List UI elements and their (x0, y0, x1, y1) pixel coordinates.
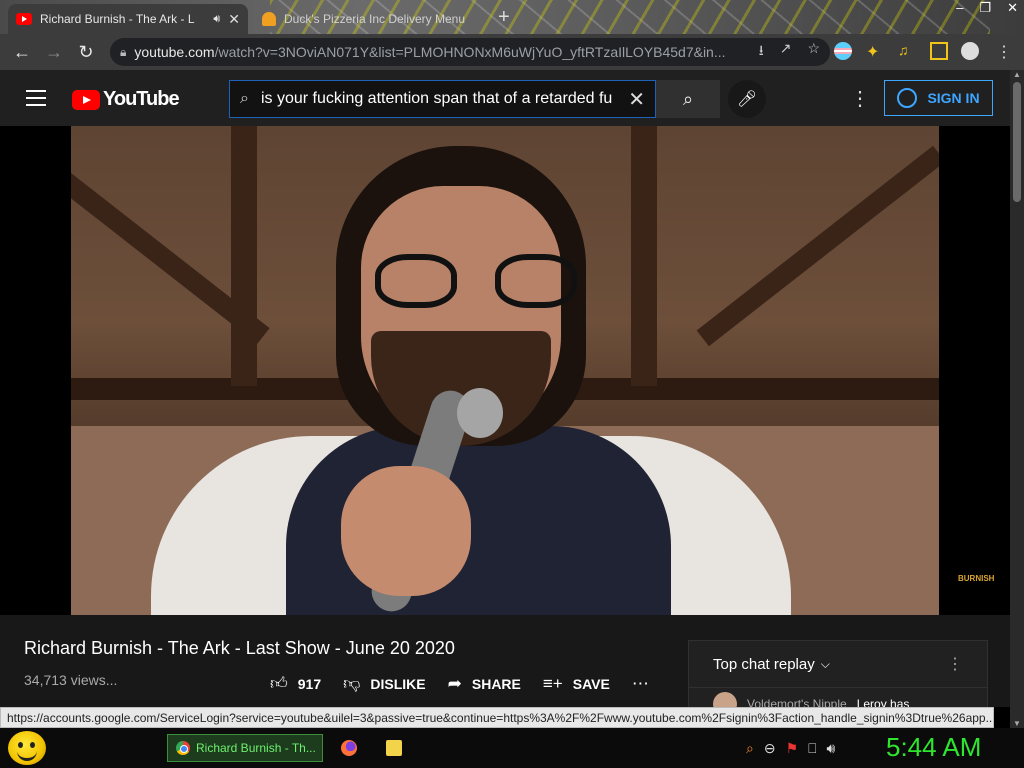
video-player[interactable]: BURNISH (0, 126, 1010, 615)
page-scrollbar[interactable]: ▲ ▼ (1010, 70, 1024, 728)
file-manager-icon[interactable] (386, 740, 402, 756)
share-icon[interactable]: ↗ (780, 40, 792, 64)
firefox-icon[interactable] (341, 740, 357, 756)
pizzeria-favicon-icon (262, 12, 276, 26)
save-button[interactable]: ≡+ SAVE (543, 673, 610, 694)
new-tab-icon[interactable]: + (498, 6, 510, 29)
taskbar-window-title: Richard Burnish - Th... (196, 741, 316, 755)
start-smiley-icon[interactable] (8, 731, 46, 765)
voice-search-button[interactable]: 🎤︎ (728, 80, 766, 118)
video-info-section: Richard Burnish - The Ark - Last Show - … (0, 615, 1010, 720)
speaker-hand (341, 466, 471, 596)
microphone-grille (457, 388, 503, 438)
back-icon[interactable]: ← (6, 42, 38, 63)
youtube-header: YouTube ⌕ ✕ ⌕ 🎤︎ ⋮ SIGN IN (0, 70, 1010, 126)
search-icon: ⌕ (240, 90, 249, 107)
close-window-icon[interactable]: ✕ (1007, 0, 1018, 20)
clear-search-icon[interactable]: ✕ (628, 87, 645, 112)
tab-youtube[interactable]: Richard Burnish - The Ark - L 🔊︎ ✕ (8, 4, 248, 34)
network-icon[interactable]: ⎕ (808, 740, 816, 757)
more-actions-icon[interactable]: ⋯ (632, 673, 649, 694)
chat-menu-icon[interactable]: ⋮ (947, 654, 963, 674)
profile-flag-icon[interactable] (834, 42, 852, 60)
video-beam (231, 126, 257, 386)
video-frame[interactable] (71, 126, 939, 615)
tab-title: Richard Burnish - The Ark - L (40, 12, 195, 26)
view-count[interactable]: 34,713 views... (24, 672, 117, 688)
settings-kebab-icon[interactable]: ⋮ (850, 86, 870, 111)
speaker-icon[interactable]: 🔊︎ (213, 13, 220, 26)
add-playlist-icon: ≡+ (542, 673, 563, 693)
dislike-button[interactable]: 👎︎ DISLIKE (343, 673, 426, 694)
speaker-glasses-right (495, 254, 577, 308)
share-button[interactable]: ➦ SHARE (448, 673, 521, 694)
like-count: 917 (297, 675, 322, 692)
video-beam (696, 145, 939, 347)
bookmark-star-icon[interactable]: ☆ (807, 40, 820, 64)
youtube-favicon-icon (16, 13, 32, 25)
save-label: SAVE (572, 675, 610, 692)
video-actions: 👍︎ 917 👎︎ DISLIKE ➦ SHARE ≡+ SAVE ⋯ (270, 673, 649, 694)
link-status-bubble: https://accounts.google.com/ServiceLogin… (0, 707, 994, 728)
sign-in-button[interactable]: SIGN IN (884, 80, 993, 116)
media-controls-icon[interactable]: ♫ (898, 42, 916, 60)
window-controls: – ❐ ✕ (956, 0, 1018, 20)
video-beam (631, 126, 657, 386)
chrome-icon (176, 741, 190, 755)
lock-icon[interactable]: 🔒︎ (120, 45, 126, 60)
search-input[interactable] (260, 90, 623, 108)
search-button[interactable]: ⌕ (656, 80, 720, 118)
taskbar: Richard Burnish - Th... ⌕ ⊖ ⚑ ⎕ 🔊︎ 5:44 … (0, 728, 1024, 768)
video-title: Richard Burnish - The Ark - Last Show - … (24, 638, 455, 658)
dislike-label: DISLIKE (370, 675, 426, 692)
profile-avatar-icon[interactable] (961, 42, 979, 60)
thumbs-down-icon: 👎︎ (343, 674, 361, 693)
hamburger-menu-icon[interactable] (26, 90, 46, 106)
side-panel-icon[interactable] (930, 42, 948, 60)
thumbs-up-icon: 👍︎ (270, 674, 288, 693)
sign-in-label: SIGN IN (927, 90, 980, 106)
forward-icon[interactable]: → (38, 42, 70, 63)
scroll-up-icon[interactable]: ▲ (1013, 70, 1021, 79)
close-tab-icon[interactable]: ✕ (228, 11, 240, 28)
tab-strip: Richard Burnish - The Ark - L 🔊︎ ✕ Duck'… (0, 0, 1024, 34)
system-tray: ⌕ ⊖ ⚑ ⎕ 🔊︎ (746, 740, 835, 757)
chat-header[interactable]: Top chat replay ⌵ ⋮ (689, 641, 987, 688)
microphone-icon: 🎤︎ (736, 91, 758, 108)
youtube-play-icon (72, 89, 100, 110)
address-bar[interactable]: 🔒︎ youtube.com/watch?v=3NOviAN071Y&list=… (110, 38, 830, 66)
scroll-down-icon[interactable]: ▼ (1013, 719, 1021, 728)
url-text[interactable]: youtube.com/watch?v=3NOviAN071Y&list=PLM… (134, 44, 748, 60)
tab-pizzeria[interactable]: Duck's Pizzeria Inc Delivery Menu (254, 4, 476, 34)
logo-text: YouTube (103, 88, 180, 110)
taskbar-clock[interactable]: 5:44 AM (886, 732, 981, 763)
reload-icon[interactable]: ↻ (70, 42, 102, 63)
chat-header-label: Top chat replay (713, 655, 815, 673)
minimize-icon[interactable]: – (956, 0, 963, 20)
account-icon (897, 88, 918, 108)
search-icon: ⌕ (682, 88, 694, 109)
like-button[interactable]: 👍︎ 917 (270, 673, 321, 694)
share-label: SHARE (471, 675, 521, 692)
search-box[interactable]: ⌕ ✕ (229, 80, 656, 118)
youtube-logo[interactable]: YouTube (72, 88, 180, 111)
chevron-down-icon: ⌵ (820, 656, 830, 671)
channel-watermark[interactable]: BURNISH (958, 574, 994, 583)
speaker-glasses-left (375, 254, 457, 308)
action-center-flag-icon[interactable]: ⚑ (786, 740, 799, 757)
share-arrow-icon: ➦ (447, 673, 462, 693)
taskbar-chrome-window[interactable]: Richard Burnish - Th... (167, 734, 323, 762)
volume-icon[interactable]: 🔊︎ (827, 740, 836, 757)
chrome-menu-icon[interactable]: ⋮ (996, 42, 1014, 61)
search-tray-icon[interactable]: ⌕ (746, 740, 754, 757)
install-icon[interactable]: ⭳ (759, 40, 764, 64)
tab-title: Duck's Pizzeria Inc Delivery Menu (284, 12, 466, 26)
scrollbar-thumb[interactable] (1013, 82, 1021, 202)
maximize-icon[interactable]: ❐ (979, 0, 991, 20)
minus-circle-icon[interactable]: ⊖ (764, 740, 776, 757)
extensions-puzzle-icon[interactable]: ✦ (866, 42, 884, 61)
